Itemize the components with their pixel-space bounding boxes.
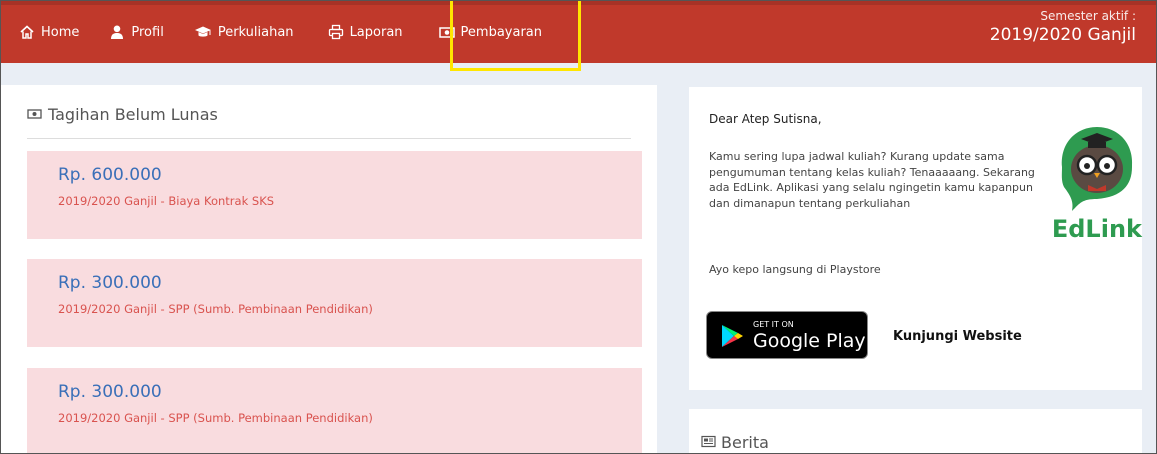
bill-amount: Rp. 300.000 — [58, 382, 162, 402]
promo-message: Kamu sering lupa jadwal kuliah? Kurang u… — [709, 150, 1035, 210]
unpaid-bills-title-text: Tagihan Belum Lunas — [48, 105, 218, 124]
title-divider — [27, 138, 631, 139]
nav-laporan[interactable]: Laporan — [328, 1, 403, 63]
edlink-logo-text: EdLink — [1051, 215, 1142, 243]
nav-laporan-label: Laporan — [349, 24, 403, 40]
unpaid-bills-title: Tagihan Belum Lunas — [27, 105, 218, 124]
page-frame: Home Profil Perkuliahan Laporan Pembayar… — [0, 0, 1157, 454]
bill-amount: Rp. 300.000 — [58, 273, 162, 293]
print-icon — [328, 24, 344, 40]
money-icon — [27, 105, 42, 124]
news-title-text: Berita — [721, 433, 769, 452]
newspaper-icon — [701, 433, 716, 452]
user-icon — [109, 24, 125, 40]
bill-item[interactable]: Rp. 300.000 2019/2020 Ganjil - SPP (Sumb… — [27, 368, 642, 453]
unpaid-bills-panel: Tagihan Belum Lunas Rp. 600.000 2019/202… — [1, 85, 657, 453]
bill-description: 2019/2020 Ganjil - SPP (Sumb. Pembinaan … — [58, 302, 373, 316]
bill-description: 2019/2020 Ganjil - SPP (Sumb. Pembinaan … — [58, 411, 373, 425]
nav-profil-label: Profil — [131, 24, 164, 40]
google-play-small-text: GET IT ON — [753, 320, 794, 329]
pembayaran-highlight-box — [450, 1, 581, 71]
nav-home[interactable]: Home — [19, 1, 79, 63]
semester-label: Semester aktif : — [1040, 9, 1136, 23]
edlink-promo-panel: Dear Atep Sutisna, Kamu sering lupa jadw… — [689, 87, 1142, 390]
google-play-big-text: Google Play — [753, 330, 866, 352]
active-semester: Semester aktif : 2019/2020 Ganjil — [990, 9, 1136, 45]
nav-home-label: Home — [41, 24, 80, 40]
google-play-icon — [719, 323, 745, 353]
visit-website-link[interactable]: Kunjungi Website — [893, 329, 1022, 344]
nav-profil[interactable]: Profil — [109, 1, 164, 63]
nav-perkuliahan-label: Perkuliahan — [217, 24, 294, 40]
graduation-cap-icon — [194, 24, 212, 40]
promo-cta: Ayo kepo langsung di Playstore — [709, 263, 881, 276]
promo-greeting: Dear Atep Sutisna, — [709, 112, 822, 126]
semester-value: 2019/2020 Ganjil — [989, 25, 1136, 45]
bill-amount: Rp. 600.000 — [58, 165, 162, 185]
bill-item[interactable]: Rp. 300.000 2019/2020 Ganjil - SPP (Sumb… — [27, 259, 642, 347]
news-panel: Berita — [689, 409, 1142, 453]
bill-item[interactable]: Rp. 600.000 2019/2020 Ganjil - Biaya Kon… — [27, 151, 642, 239]
home-icon — [19, 24, 35, 40]
bill-description: 2019/2020 Ganjil - Biaya Kontrak SKS — [58, 194, 275, 208]
google-play-button[interactable]: GET IT ON Google Play — [706, 311, 868, 359]
nav-perkuliahan[interactable]: Perkuliahan — [194, 1, 294, 63]
news-title: Berita — [701, 433, 769, 452]
